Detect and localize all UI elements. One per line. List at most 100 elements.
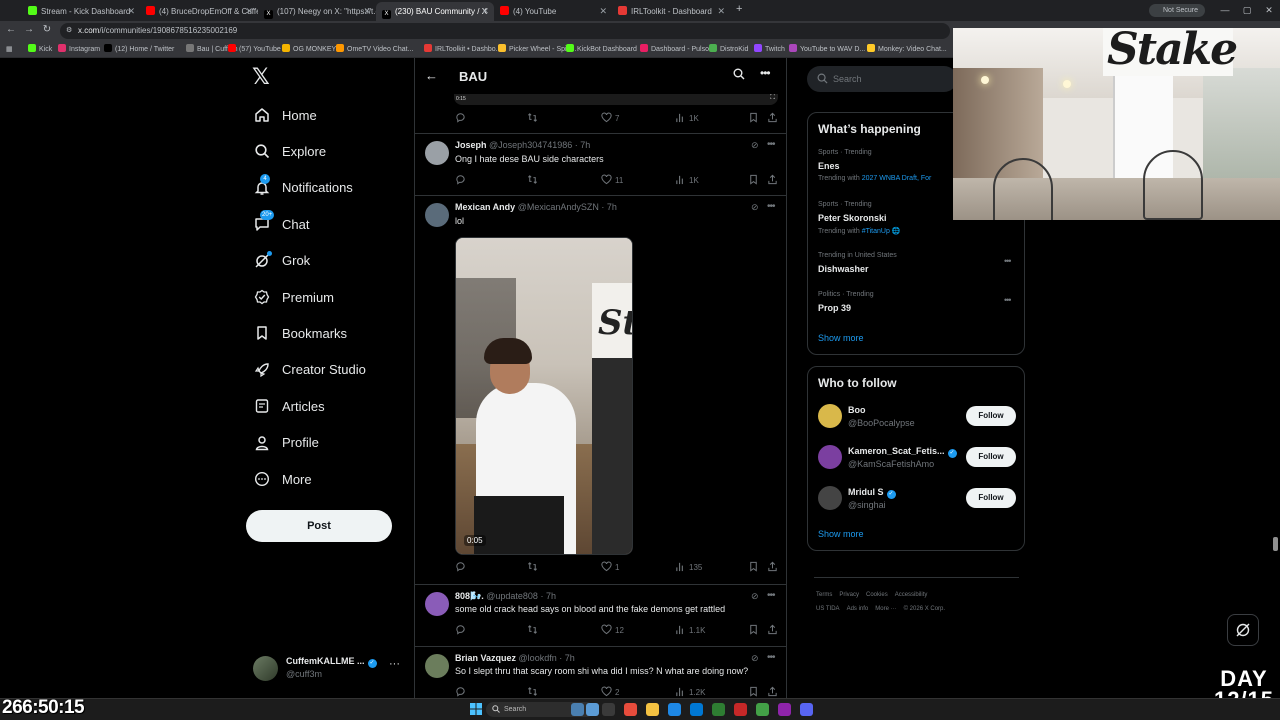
browser-tab[interactable]: Stream - Kick Dashboard ✕	[22, 2, 140, 21]
nav-item-articles[interactable]: Articles	[254, 394, 325, 418]
bookmark-item[interactable]: Kick	[28, 43, 52, 56]
taskbar-app-icon[interactable]	[586, 703, 599, 716]
browser-tab[interactable]: IRLToolkit - Dashboard ✕	[612, 2, 730, 21]
bookmark-icon[interactable]	[748, 686, 762, 698]
search-icon[interactable]	[733, 68, 745, 80]
follow-button[interactable]: Follow	[966, 488, 1016, 508]
forward-icon[interactable]: →	[22, 24, 36, 35]
like-icon[interactable]: 7	[601, 112, 619, 126]
more-icon[interactable]: •••	[767, 139, 775, 150]
close-icon[interactable]: ✕	[717, 2, 725, 21]
bookmark-icon[interactable]	[748, 561, 762, 575]
taskbar-app-icon[interactable]	[668, 703, 681, 716]
fullscreen-icon[interactable]: ⛶	[770, 94, 775, 102]
reply-icon[interactable]	[455, 686, 469, 698]
nav-item-explore[interactable]: Explore	[254, 139, 326, 163]
tweet-author-handle[interactable]: @update808	[486, 591, 538, 601]
tweet-author-name[interactable]: Brian Vazquez	[455, 653, 516, 663]
search-input[interactable]	[833, 71, 953, 87]
nav-item-grok[interactable]: Grok	[254, 249, 310, 273]
taskbar-app-icon[interactable]	[602, 703, 615, 716]
bookmark-item[interactable]: OmeTV Video Chat...	[336, 43, 413, 56]
grok-button[interactable]	[1227, 614, 1259, 646]
share-icon[interactable]	[767, 686, 781, 698]
share-icon[interactable]	[767, 561, 781, 575]
account-switcher[interactable]: CuffemKALLME ... ✓ @cuff3m ···	[253, 654, 403, 684]
nav-item-premium[interactable]: Premium	[254, 285, 334, 309]
bookmark-item[interactable]: (12) Home / Twitter	[104, 43, 174, 56]
footer-link[interactable]: Privacy	[839, 592, 859, 598]
avatar[interactable]	[818, 486, 842, 510]
tweet-author-name[interactable]: 808🌬️.	[455, 591, 484, 601]
avatar[interactable]	[818, 445, 842, 469]
avatar[interactable]	[818, 404, 842, 428]
repost-icon[interactable]	[527, 624, 541, 638]
tweet-author-handle[interactable]: @lookdfn	[519, 653, 557, 663]
bookmark-item[interactable]: (57) YouTube	[228, 43, 281, 56]
url-field[interactable]: ⚙ x.com/i/communities/1908678516235002169	[60, 23, 950, 39]
bookmark-item[interactable]: DistroKid	[709, 43, 748, 56]
taskbar-app-icon[interactable]	[712, 703, 725, 716]
reload-icon[interactable]: ↻	[40, 24, 54, 35]
nav-item-bookmarks[interactable]: Bookmarks	[254, 321, 347, 345]
repost-icon[interactable]	[527, 174, 541, 188]
more-icon[interactable]: ···	[389, 658, 400, 670]
back-arrow-icon[interactable]: ←	[425, 68, 438, 83]
views-icon[interactable]: 135	[675, 561, 702, 575]
repost-icon[interactable]	[527, 561, 541, 575]
footer-link[interactable]: US TIDA	[816, 606, 840, 612]
taskbar-app-icon[interactable]	[624, 703, 637, 716]
site-info-icon[interactable]: ⚙	[66, 23, 72, 39]
views-icon[interactable]: 1K	[675, 174, 699, 188]
repost-icon[interactable]	[527, 686, 541, 698]
browser-tab-active[interactable]: X (230) BAU Community / X ✕	[376, 2, 494, 21]
tweet-timestamp[interactable]: · 7h	[559, 653, 575, 663]
footer-link[interactable]: Cookies	[866, 592, 888, 598]
close-icon[interactable]: ✕	[245, 2, 253, 21]
follow-suggestion-name[interactable]: Kameron_Scat_Fetis... ✓	[848, 446, 957, 458]
grok-explain-icon[interactable]: ⊘	[751, 653, 759, 664]
footer-link[interactable]: Accessibility	[895, 592, 928, 598]
like-icon[interactable]: 12	[601, 624, 624, 638]
share-icon[interactable]	[767, 112, 781, 126]
grok-explain-icon[interactable]: ⊘	[751, 140, 759, 151]
tweet-timestamp[interactable]: · 7h	[601, 202, 617, 212]
maximize-icon[interactable]: ▢	[1236, 0, 1258, 21]
nav-item-notifications[interactable]: 4 Notifications	[254, 173, 353, 200]
browser-tab[interactable]: (4) BruceDropEmOff & Cuffem ✕	[140, 2, 258, 21]
close-icon[interactable]: ✕	[481, 2, 489, 21]
like-icon[interactable]: 11	[601, 174, 623, 188]
avatar[interactable]	[425, 141, 449, 165]
scrollbar-thumb[interactable]	[1273, 537, 1278, 551]
taskbar-app-icon[interactable]	[800, 703, 813, 716]
share-icon[interactable]	[767, 174, 781, 188]
bookmark-item[interactable]: OG MONKEY	[282, 43, 336, 56]
minimize-icon[interactable]: —	[1214, 0, 1236, 21]
reply-icon[interactable]	[455, 561, 469, 575]
taskbar-app-icon[interactable]	[734, 703, 747, 716]
repost-icon[interactable]	[527, 112, 541, 126]
tweet-author-handle[interactable]: @Joseph304741986	[489, 140, 572, 150]
bookmark-item[interactable]: Picker Wheel - Spin...	[498, 43, 576, 56]
browser-tab[interactable]: (4) YouTube ✕	[494, 2, 612, 21]
bookmark-icon[interactable]	[748, 174, 762, 188]
follow-suggestion-name[interactable]: Mridul S ✓	[848, 487, 896, 499]
avatar[interactable]	[425, 203, 449, 227]
close-icon[interactable]: ✕	[363, 2, 371, 21]
taskbar-app-icon[interactable]	[778, 703, 791, 716]
taskbar-app-icon[interactable]	[756, 703, 769, 716]
taskbar-app-icon[interactable]	[646, 703, 659, 716]
footer-link[interactable]: Terms	[816, 592, 832, 598]
share-icon[interactable]	[767, 624, 781, 638]
follow-button[interactable]: Follow	[966, 447, 1016, 467]
show-more-link[interactable]: Show more	[818, 529, 864, 539]
browser-profile-button[interactable]: Not Secure	[1149, 4, 1205, 17]
tweet-timestamp[interactable]: · 7h	[575, 140, 591, 150]
tweet-author-name[interactable]: Joseph	[455, 140, 487, 150]
tweet-timestamp[interactable]: · 7h	[540, 591, 556, 601]
trend-related-link[interactable]: #TitanUp 🌐	[862, 228, 901, 235]
trend-related-link[interactable]: 2027 WNBA Draft, For	[862, 175, 932, 182]
show-more-link[interactable]: Show more	[818, 333, 864, 343]
avatar[interactable]	[425, 592, 449, 616]
bookmark-item[interactable]: Twitch	[754, 43, 785, 56]
